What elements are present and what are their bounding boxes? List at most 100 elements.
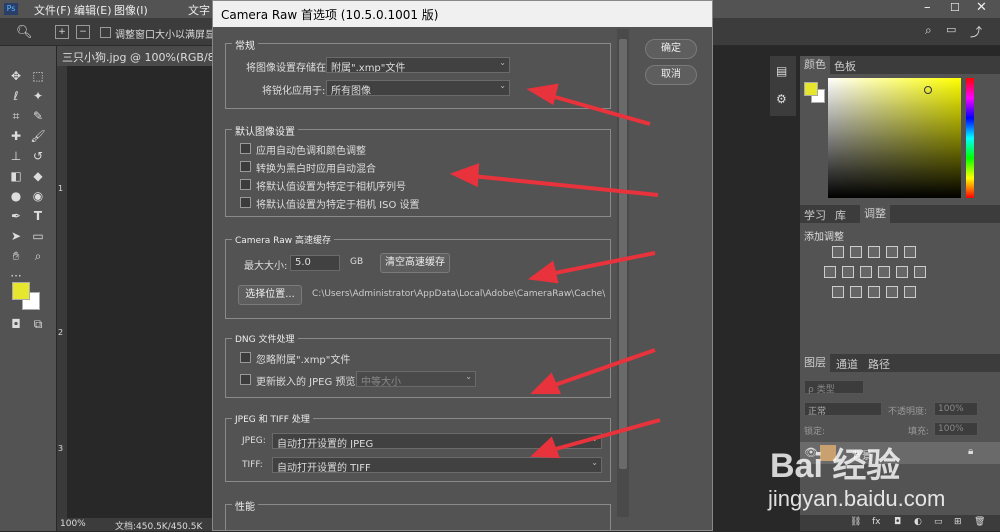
- resize-windows-checkbox[interactable]: [100, 27, 111, 38]
- tiff-handling-select[interactable]: 自动打开设置的 TIFF ⌄: [272, 457, 602, 473]
- tools-panel: ✥ ⬚ ℓ ✦ ⌗ ✎ ✚ 🖌︎ ⊥ ↺ ◧ ◆ ● ◉ ✒ T ➤ ▭ ✋︎ …: [0, 46, 56, 531]
- tab-libraries[interactable]: 库: [835, 207, 846, 223]
- camera-iso-checkbox[interactable]: [240, 197, 251, 208]
- camera-serial-checkbox[interactable]: [240, 179, 251, 190]
- properties-panel-icon[interactable]: ⚙: [776, 92, 787, 106]
- path-selection-icon[interactable]: ➤: [8, 228, 24, 244]
- menu-edit[interactable]: 编辑(E): [74, 2, 112, 18]
- purge-cache-button[interactable]: 清空高速缓存: [380, 253, 450, 273]
- menu-type[interactable]: 文字: [188, 2, 210, 18]
- tab-layers[interactable]: 图层: [800, 354, 830, 372]
- screen-mode-icon[interactable]: ⧉: [30, 316, 46, 332]
- black-white-icon[interactable]: [860, 266, 872, 278]
- save-settings-select[interactable]: 附属".xmp"文件 ⌄: [326, 57, 510, 73]
- ruler-mark: 1: [58, 184, 64, 193]
- dodge-tool-icon[interactable]: ◉: [30, 188, 46, 204]
- close-icon[interactable]: ✕: [976, 0, 987, 15]
- quick-mask-icon[interactable]: ◘: [8, 316, 24, 332]
- add-adjustment-title: 添加调整: [804, 232, 844, 243]
- paint-bucket-icon[interactable]: ◆: [30, 168, 46, 184]
- menu-file[interactable]: 文件(F): [34, 2, 71, 18]
- tab-color[interactable]: 颜色: [800, 56, 830, 74]
- gradient-map-icon[interactable]: [886, 286, 898, 298]
- blend-mode-select[interactable]: 正常: [804, 402, 882, 417]
- search-icon[interactable]: ⌕: [925, 23, 932, 38]
- select-location-button[interactable]: 选择位置...: [238, 285, 302, 305]
- levels-icon[interactable]: [850, 246, 862, 258]
- zoom-tool-icon[interactable]: 🔍︎: [16, 25, 33, 40]
- vibrance-icon[interactable]: [904, 246, 916, 258]
- share-icon[interactable]: ⤴: [970, 23, 982, 40]
- menu-image[interactable]: 图像(I): [114, 2, 148, 18]
- auto-bw-mix-label: 转换为黑白时应用自动混合: [256, 164, 376, 175]
- healing-brush-icon[interactable]: ✚: [8, 128, 24, 144]
- curves-icon[interactable]: [868, 246, 880, 258]
- opacity-input[interactable]: 100%: [934, 402, 978, 416]
- zoom-out-icon[interactable]: −: [76, 25, 90, 39]
- color-picker-field[interactable]: [828, 78, 961, 198]
- baidu-watermark: Bai 经验 jingyan.baidu.com: [760, 430, 1000, 530]
- hand-tool-icon[interactable]: ✋︎: [8, 248, 24, 264]
- tab-channels[interactable]: 通道: [836, 356, 858, 372]
- minimize-icon[interactable]: –: [924, 0, 931, 15]
- canvas-area[interactable]: [57, 66, 212, 518]
- scrollbar-thumb[interactable]: [619, 39, 627, 469]
- jpeg-handling-select[interactable]: 自动打开设置的 JPEG ⌄: [272, 433, 602, 449]
- selective-color-icon[interactable]: [904, 286, 916, 298]
- tab-adjustments[interactable]: 调整: [860, 205, 890, 223]
- color-balance-icon[interactable]: [842, 266, 854, 278]
- color-picker-cursor[interactable]: [924, 86, 932, 94]
- crop-tool-icon[interactable]: ⌗: [8, 108, 24, 124]
- ok-button[interactable]: 确定: [645, 39, 697, 59]
- photo-filter-icon[interactable]: [878, 266, 890, 278]
- tab-swatches[interactable]: 色板: [834, 58, 856, 74]
- performance-group: 性能: [225, 498, 611, 530]
- hue-saturation-icon[interactable]: [824, 266, 836, 278]
- eraser-tool-icon[interactable]: ◧: [8, 168, 24, 184]
- dialog-title: Camera Raw 首选项 (10.5.0.1001 版): [213, 1, 712, 27]
- workspace-icon[interactable]: ▭: [946, 23, 956, 36]
- doc-size: 文档:450.5K/450.5K: [115, 522, 203, 532]
- marquee-tool-icon[interactable]: ⬚: [30, 68, 46, 84]
- eyedropper-icon[interactable]: ✎: [30, 108, 46, 124]
- threshold-icon[interactable]: [868, 286, 880, 298]
- maximize-icon[interactable]: ☐: [950, 1, 960, 14]
- tab-learn[interactable]: 学习: [804, 207, 826, 223]
- max-size-input[interactable]: 5.0: [290, 255, 340, 271]
- fg-color-chip[interactable]: [804, 82, 818, 96]
- invert-icon[interactable]: [832, 286, 844, 298]
- zoom-in-icon[interactable]: +: [55, 25, 69, 39]
- cancel-button[interactable]: 取消: [645, 65, 697, 85]
- exposure-icon[interactable]: [886, 246, 898, 258]
- posterize-icon[interactable]: [850, 286, 862, 298]
- auto-bw-mix-checkbox[interactable]: [240, 161, 251, 172]
- foreground-color-swatch[interactable]: [12, 282, 30, 300]
- magic-wand-icon[interactable]: ✦: [30, 88, 46, 104]
- ignore-xmp-checkbox[interactable]: [240, 352, 251, 363]
- update-preview-checkbox[interactable]: [240, 374, 251, 385]
- stamp-tool-icon[interactable]: ⊥: [8, 148, 24, 164]
- dialog-scrollbar[interactable]: [617, 29, 629, 517]
- zoom-tool-icon[interactable]: ⌕: [30, 248, 46, 264]
- tab-paths[interactable]: 路径: [868, 356, 890, 372]
- preview-size-select[interactable]: 中等大小 ⌄: [356, 371, 476, 387]
- blur-tool-icon[interactable]: ●: [8, 188, 24, 204]
- sharpen-select[interactable]: 所有图像 ⌄: [326, 80, 510, 96]
- move-tool-icon[interactable]: ✥: [8, 68, 24, 84]
- document-tab[interactable]: 三只小狗.jpg @ 100%(RGB/8#): [57, 46, 212, 66]
- channel-mixer-icon[interactable]: [896, 266, 908, 278]
- layer-kind-filter[interactable]: ρ 类型: [804, 380, 864, 395]
- color-lookup-icon[interactable]: [914, 266, 926, 278]
- lasso-tool-icon[interactable]: ℓ: [8, 88, 24, 104]
- history-brush-icon[interactable]: ↺: [30, 148, 46, 164]
- history-panel-icon[interactable]: ▤: [776, 64, 787, 78]
- auto-tone-checkbox[interactable]: [240, 143, 251, 154]
- hue-slider[interactable]: [966, 78, 974, 198]
- brightness-icon[interactable]: [832, 246, 844, 258]
- pen-tool-icon[interactable]: ✒: [8, 208, 24, 224]
- type-tool-icon[interactable]: T: [30, 208, 46, 224]
- brush-tool-icon[interactable]: 🖌︎: [30, 128, 46, 144]
- chevron-down-icon: ⌄: [465, 372, 472, 381]
- rectangle-tool-icon[interactable]: ▭: [30, 228, 46, 244]
- dng-group: DNG 文件处理 忽略附属".xmp"文件 更新嵌入的 JPEG 预览: 中等大…: [225, 332, 611, 398]
